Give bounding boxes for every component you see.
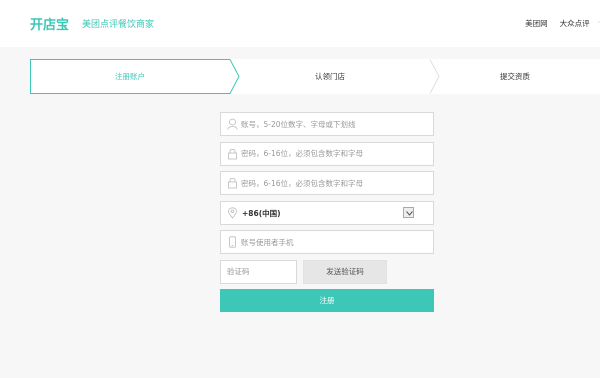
phone-field <box>220 230 434 254</box>
password-field <box>220 141 434 166</box>
header: 开店宝 美团点评餐饮商家 美团网 大众点评 · <box>0 0 600 47</box>
lock-icon <box>228 178 237 189</box>
top-links: 美团网 大众点评 · <box>525 18 600 29</box>
logo[interactable]: 开店宝 <box>30 14 69 33</box>
step-progress: 注册账户 认领门店 提交资质 <box>30 59 600 94</box>
country-select[interactable]: +86(中国) <box>220 200 434 225</box>
step-claim-store: 认领门店 <box>315 72 345 81</box>
confirm-password-field <box>220 171 434 195</box>
confirm-password-input[interactable] <box>241 172 429 194</box>
phone-icon <box>229 236 236 248</box>
user-icon <box>227 118 238 130</box>
code-input[interactable] <box>227 260 293 283</box>
register-form: +86(中国) 发送验证码 注册 <box>220 112 434 312</box>
location-pin-icon <box>228 206 237 219</box>
link-meituan[interactable]: 美团网 <box>525 18 548 29</box>
step-submit-qualification: 提交资质 <box>500 72 530 81</box>
register-button[interactable]: 注册 <box>220 289 434 312</box>
slogan: 美团点评餐饮商家 <box>82 20 155 30</box>
send-code-button[interactable]: 发送验证码 <box>303 259 387 284</box>
password-input[interactable] <box>241 142 429 165</box>
link-dianping[interactable]: 大众点评 <box>560 18 590 29</box>
code-field <box>220 259 297 284</box>
account-field <box>220 112 434 136</box>
account-input[interactable] <box>241 113 429 135</box>
verification-code-row: 发送验证码 <box>220 259 434 284</box>
country-code-value: +86(中国) <box>242 208 281 218</box>
chevron-down-icon[interactable] <box>403 206 414 218</box>
step-register-account: 注册账户 <box>115 72 145 81</box>
phone-input[interactable] <box>241 231 429 253</box>
lock-icon <box>228 148 237 159</box>
